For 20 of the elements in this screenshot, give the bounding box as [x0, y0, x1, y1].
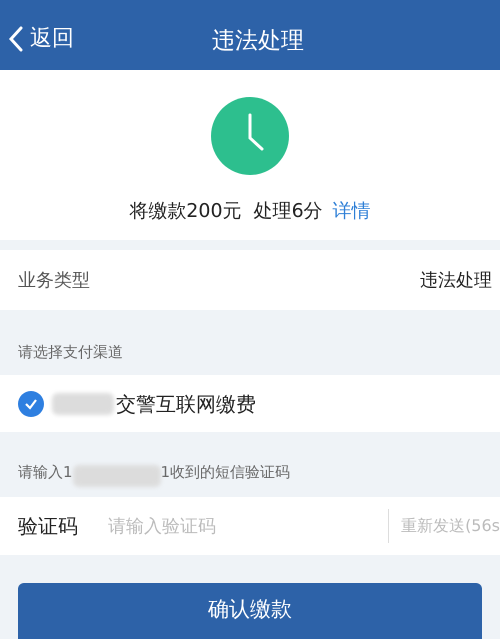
redaction-mark — [52, 392, 114, 414]
code-input-field[interactable]: 请输入验证码 — [108, 512, 388, 540]
back-button[interactable]: 返回 — [8, 22, 74, 55]
check-icon — [24, 396, 38, 410]
section-heading: 请选择支付渠道 — [18, 342, 123, 362]
payment-channel-row[interactable]: 交警互联网缴费 — [0, 375, 500, 432]
hint-text: 1收到的短信验证码 — [160, 462, 290, 482]
details-link[interactable]: 详情 — [332, 197, 371, 226]
hint-text: 请输入1 — [18, 462, 73, 482]
checkbox[interactable] — [18, 390, 44, 416]
payment-summary: 将缴款200元 处理6分 — [129, 199, 323, 224]
window-title: 违法处理 — [212, 26, 304, 56]
confirm-payment-button[interactable]: 确认缴款 — [18, 583, 482, 639]
field-value: 违法处理 — [420, 268, 492, 292]
chevron-left-icon — [8, 26, 24, 52]
channel-name: 交警互联网缴费 — [116, 390, 256, 418]
clock-icon — [211, 97, 289, 175]
field-label: 业务类型 — [18, 268, 90, 292]
field-label: 验证码 — [18, 513, 79, 540]
verification-code-row[interactable]: 验证码 请输入验证码 重新发送(56s — [0, 497, 500, 555]
